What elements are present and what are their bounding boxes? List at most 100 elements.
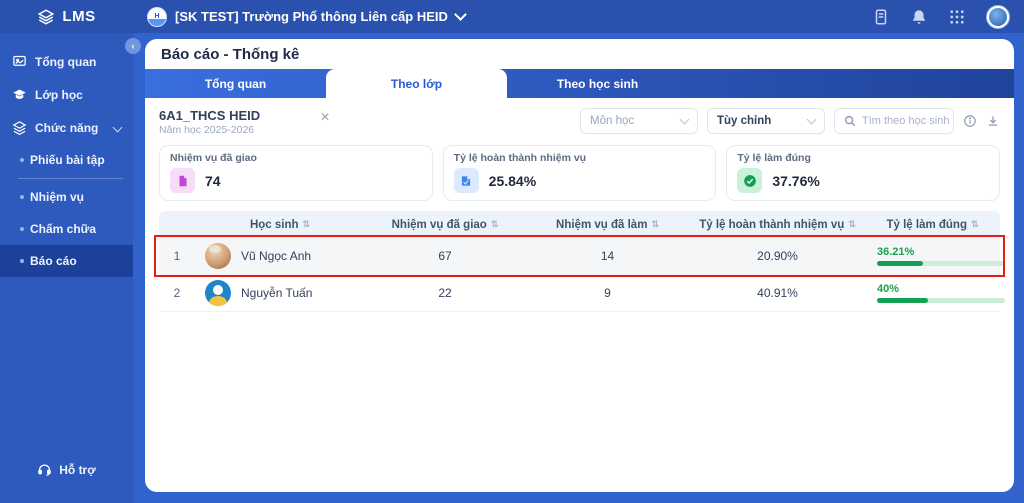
sidebar-subitem-label: Báo cáo xyxy=(30,254,77,268)
app-logo[interactable]: LMS xyxy=(0,0,133,33)
tab-tong-quan[interactable]: Tổng quan xyxy=(145,69,326,98)
custom-range-select[interactable]: Tùy chỉnh xyxy=(707,108,825,134)
stat-value: 74 xyxy=(205,172,221,189)
search-input[interactable] xyxy=(862,115,950,127)
completion-value: 20.90% xyxy=(757,249,798,264)
header-label: Tỷ lệ hoàn thành nhiệm vụ xyxy=(699,218,845,231)
header-label: Nhiệm vụ đã giao xyxy=(391,218,487,231)
class-name: 6A1_THCS HEID xyxy=(159,108,261,123)
close-icon[interactable]: ✕ xyxy=(320,110,330,124)
sidebar-collapse-button[interactable]: ‹ xyxy=(125,38,141,54)
col-student-header[interactable]: Học sinh ⇅ xyxy=(195,219,365,231)
row-index: 1 xyxy=(173,249,181,264)
header-label: Tỷ lệ làm đúng xyxy=(886,218,967,231)
students-table: Học sinh ⇅ Nhiệm vụ đã giao ⇅ Nhiệm vụ đ… xyxy=(154,211,1005,313)
table-header-row: Học sinh ⇅ Nhiệm vụ đã giao ⇅ Nhiệm vụ đ… xyxy=(159,211,1000,239)
sidebar-subitem-phieu-bai-tap[interactable]: Phiếu bài tập xyxy=(0,144,133,176)
student-search[interactable] xyxy=(834,108,954,134)
stat-card-assigned: Nhiệm vụ đã giao 74 xyxy=(159,145,433,202)
assigned-value: 67 xyxy=(438,249,452,264)
subject-select-value: Môn học xyxy=(590,115,635,127)
sidebar-subitem-cham-chua[interactable]: Chấm chữa xyxy=(0,213,133,245)
class-info: 6A1_THCS HEID Năm học 2025-2026 xyxy=(159,108,260,137)
table-row[interactable]: 1 Vũ Ngọc Anh 67 14 20.90% 36.21% xyxy=(159,238,1005,276)
school-logo-icon: H xyxy=(147,6,167,27)
col-completion-header[interactable]: Tỷ lệ hoàn thành nhiệm vụ ⇅ xyxy=(690,219,865,231)
chevron-down-icon xyxy=(806,114,817,125)
sidebar-item-lop-hoc[interactable]: Lớp học xyxy=(0,78,133,111)
lms-logo-icon xyxy=(38,8,55,25)
completion-value: 40.91% xyxy=(757,286,798,301)
done-value: 9 xyxy=(604,286,611,301)
stat-value: 37.76% xyxy=(772,172,820,189)
sort-icon[interactable]: ⇅ xyxy=(971,219,979,230)
sidebar-subitem-label: Phiếu bài tập xyxy=(30,153,105,167)
progress-bar-fill xyxy=(877,298,929,304)
sort-icon[interactable]: ⇅ xyxy=(848,219,856,230)
tab-label: Theo học sinh xyxy=(556,76,639,91)
completion-icon xyxy=(453,168,479,194)
download-icon[interactable] xyxy=(986,114,1000,128)
progress-bar-fill xyxy=(877,261,924,267)
bell-icon[interactable] xyxy=(910,8,928,26)
page-title: Báo cáo - Thống kê xyxy=(161,46,300,63)
headset-icon xyxy=(38,464,51,476)
user-avatar-image xyxy=(989,7,1007,26)
subject-select[interactable]: Môn học xyxy=(580,108,698,134)
stat-label: Nhiệm vụ đã giao xyxy=(170,152,257,165)
school-name: [SK TEST] Trường Phổ thông Liên cấp HEID xyxy=(175,9,448,24)
sort-icon[interactable]: ⇅ xyxy=(303,219,311,230)
assigned-value: 22 xyxy=(438,286,452,301)
sidebar-item-label: Tổng quan xyxy=(35,54,97,69)
sort-icon[interactable]: ⇅ xyxy=(651,219,659,230)
student-name: Nguyễn Tuấn xyxy=(241,286,313,301)
custom-range-value: Tùy chỉnh xyxy=(717,115,772,127)
search-icon xyxy=(844,115,856,127)
sidebar-item-tong-quan[interactable]: Tổng quan xyxy=(0,45,133,78)
sidebar-item-chuc-nang[interactable]: Chức năng xyxy=(0,111,133,144)
stat-card-completion: Tỷ lệ hoàn thành nhiệm vụ 25.84% xyxy=(442,145,717,202)
sidebar-item-label: Chức năng xyxy=(35,120,99,135)
tab-label: Tổng quan xyxy=(204,76,267,91)
header-label: Nhiệm vụ đã làm xyxy=(556,218,648,231)
bullet-dot xyxy=(20,195,24,199)
correct-percent-label: 36.21% xyxy=(877,246,915,259)
sidebar-subitem-bao-cao[interactable]: Báo cáo xyxy=(0,245,133,277)
bullet-dot xyxy=(20,227,24,231)
progress-bar xyxy=(877,261,1005,267)
graduation-cap-icon xyxy=(13,89,26,99)
sidebar-subitem-nhiem-vu[interactable]: Nhiệm vụ xyxy=(0,181,133,213)
sort-icon[interactable]: ⇅ xyxy=(491,219,499,230)
stat-label: Tỷ lệ hoàn thành nhiệm vụ xyxy=(453,152,587,165)
support-button[interactable]: Hỗ trợ xyxy=(0,462,133,477)
user-avatar[interactable]: GV xyxy=(986,4,1013,32)
sidebar: ‹ Tổng quan Lớp học Chức năng Phiếu bài … xyxy=(0,33,141,503)
tab-label: Theo lớp xyxy=(390,76,443,91)
col-assigned-header[interactable]: Nhiệm vụ đã giao ⇅ xyxy=(365,219,525,231)
info-icon[interactable] xyxy=(963,114,977,128)
tab-theo-lop[interactable]: Theo lớp xyxy=(326,69,507,98)
tab-bar: Tổng quan Theo lớp Theo học sinh xyxy=(145,69,1014,98)
sidebar-subitem-label: Nhiệm vụ xyxy=(30,190,85,204)
chevron-down-icon xyxy=(454,8,467,21)
chevron-down-icon xyxy=(112,122,123,133)
app-logo-text: LMS xyxy=(62,8,96,25)
chevron-down-icon xyxy=(679,114,690,125)
table-row[interactable]: 2 Nguyễn Tuấn 22 9 40.91% 40% xyxy=(159,275,1005,313)
docs-icon[interactable] xyxy=(872,8,890,26)
col-done-header[interactable]: Nhiệm vụ đã làm ⇅ xyxy=(525,219,690,231)
stat-card-correct: Tỷ lệ làm đúng 37.76% xyxy=(726,145,1001,202)
tab-theo-hoc-sinh[interactable]: Theo học sinh xyxy=(507,69,688,98)
progress-bar xyxy=(877,298,1005,304)
done-value: 14 xyxy=(600,249,615,264)
student-avatar xyxy=(205,280,231,307)
main-card: Báo cáo - Thống kê Tổng quan Theo lớp Th… xyxy=(145,39,1014,492)
correct-percent-label: 40% xyxy=(877,283,900,296)
school-selector[interactable]: H [SK TEST] Trường Phổ thông Liên cấp HE… xyxy=(147,6,467,27)
dashboard-icon xyxy=(13,55,26,66)
col-correct-header[interactable]: Tỷ lệ làm đúng ⇅ xyxy=(865,219,1000,231)
sidebar-subitem-label: Chấm chữa xyxy=(30,222,97,236)
sidebar-item-label: Lớp học xyxy=(35,87,83,102)
apps-grid-icon[interactable] xyxy=(948,8,966,26)
check-circle-icon xyxy=(737,168,763,194)
